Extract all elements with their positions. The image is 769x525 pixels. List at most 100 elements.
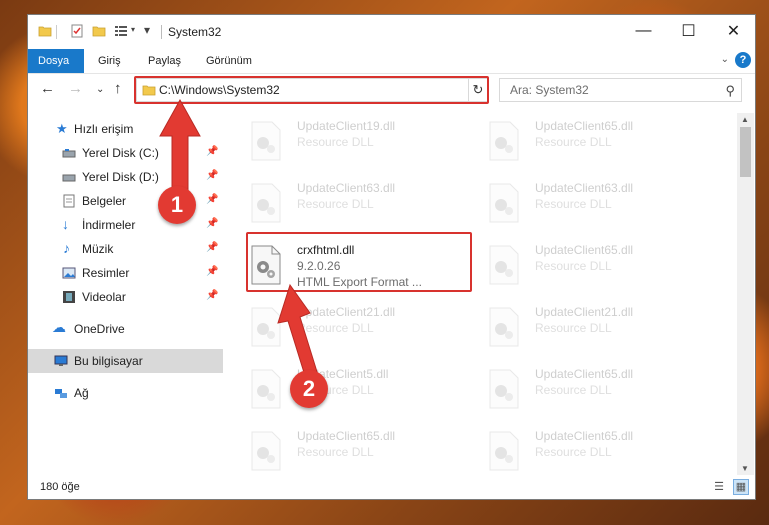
list-item[interactable]: UpdateClient19.dll Resource DLL (224, 113, 454, 169)
sidebar-item-network[interactable]: Ağ (28, 381, 223, 405)
file-type: Resource DLL (297, 197, 374, 211)
list-item[interactable]: UpdateClient65.dll Resource DLL (462, 361, 692, 417)
drive-icon (62, 149, 76, 158)
pictures-icon (62, 267, 76, 279)
dll-file-icon (251, 121, 281, 161)
vertical-scrollbar[interactable]: ▲ ▼ (737, 113, 754, 475)
list-item[interactable]: UpdateClient5.dll Resource DLL (224, 361, 454, 417)
sidebar-item-label: Belgeler (82, 194, 127, 208)
list-item[interactable]: UpdateClient63.dll Resource DLL (224, 175, 454, 231)
quick-access-dropdown-icon[interactable]: ▾ (144, 23, 150, 37)
sidebar-item-label: OneDrive (74, 322, 125, 336)
file-name: UpdateClient19.dll (297, 119, 396, 133)
step-1-badge: 1 (158, 186, 196, 224)
document-icon (63, 194, 75, 208)
close-button[interactable]: ✕ (711, 15, 756, 47)
pin-icon[interactable]: 📌 (206, 266, 218, 277)
view-details-icon[interactable] (114, 24, 128, 38)
item-count: 180 öğe (40, 481, 80, 493)
sidebar-item-music[interactable]: ♪ Müzik 📌 (28, 237, 223, 261)
back-arrow-icon[interactable]: ← (40, 80, 55, 97)
file-type: Resource DLL (535, 259, 612, 273)
search-icon: ⚲ (725, 83, 735, 98)
details-view-icon[interactable]: ☰ (712, 480, 726, 494)
navigation-bar: ← → ⌄ ↑ C:\Windows\System32 ⌄ ↻ Ara: Sys… (28, 74, 755, 106)
file-type: Resource DLL (535, 197, 612, 211)
tab-giris[interactable]: Giriş (88, 49, 131, 73)
file-name: UpdateClient65.dll (535, 119, 634, 133)
window-title: System32 (168, 25, 222, 39)
download-arrow-icon: ↓ (62, 216, 69, 232)
file-name: UpdateClient65.dll (297, 429, 396, 443)
list-item[interactable]: UpdateClient65.dll Resource DLL (224, 423, 454, 473)
dll-file-icon (489, 307, 519, 347)
recent-locations-icon[interactable]: ⌄ (96, 84, 104, 95)
customize-chevron-icon[interactable]: ▾ (131, 25, 135, 34)
sidebar-item-onedrive[interactable]: ☁ OneDrive (28, 317, 223, 341)
tab-paylas[interactable]: Paylaş (138, 49, 191, 73)
file-name: UpdateClient63.dll (535, 181, 634, 195)
list-item[interactable]: UpdateClient65.dll Resource DLL (462, 423, 692, 473)
search-placeholder: Ara: System32 (510, 83, 589, 97)
file-name: UpdateClient65.dll (535, 367, 634, 381)
dll-file-icon (251, 431, 281, 471)
scroll-up-icon[interactable]: ▲ (741, 115, 749, 124)
file-type: Resource DLL (535, 135, 612, 149)
file-type: Resource DLL (535, 383, 612, 397)
dll-file-icon (489, 121, 519, 161)
properties-icon[interactable] (70, 24, 84, 38)
sidebar-item-label: Videolar (82, 290, 126, 304)
status-bar: 180 öğe ☰ ▦ (28, 475, 755, 499)
sidebar-item-downloads[interactable]: ↓ İndirmeler 📌 (28, 213, 223, 237)
tab-gorunum[interactable]: Görünüm (196, 49, 262, 73)
help-icon[interactable]: ? (735, 52, 751, 68)
computer-icon (54, 355, 68, 366)
list-item[interactable]: UpdateClient63.dll Resource DLL (462, 175, 692, 231)
list-item[interactable]: UpdateClient21.dll Resource DLL (462, 299, 692, 355)
file-name: UpdateClient65.dll (535, 243, 634, 257)
expand-ribbon-icon[interactable]: ⌄ (721, 54, 729, 65)
dll-file-icon (489, 183, 519, 223)
file-type: Resource DLL (535, 321, 612, 335)
up-arrow-icon[interactable]: ↑ (114, 80, 122, 97)
music-note-icon: ♪ (63, 240, 70, 256)
tab-dosya[interactable]: Dosya (28, 49, 84, 73)
forward-arrow-icon[interactable]: → (68, 80, 83, 97)
cloud-icon: ☁ (52, 319, 66, 335)
title-bar: ▾ ▾ System32 — ☐ ✕ (28, 15, 755, 49)
step-2-badge: 2 (290, 370, 328, 408)
dll-file-icon (489, 369, 519, 409)
star-icon: ★ (56, 121, 68, 136)
title-separator (161, 25, 162, 39)
list-item[interactable]: UpdateClient65.dll Resource DLL (462, 237, 692, 293)
list-item[interactable]: UpdateClient21.dll Resource DLL (224, 299, 454, 355)
file-type: Resource DLL (297, 135, 374, 149)
maximize-button[interactable]: ☐ (666, 15, 711, 47)
pin-icon[interactable]: 📌 (206, 290, 218, 301)
sidebar-item-label: Resimler (82, 266, 130, 280)
file-name: UpdateClient65.dll (535, 429, 634, 443)
pin-icon[interactable]: 📌 (206, 242, 218, 253)
sidebar-item-label: Yerel Disk (D:) (82, 170, 159, 184)
sidebar-item-this-pc[interactable]: Bu bilgisayar (28, 349, 223, 373)
sidebar-item-label: Hızlı erişim (74, 122, 134, 136)
list-item[interactable]: UpdateClient65.dll Resource DLL (462, 113, 692, 169)
ribbon-tabs: Dosya Giriş Paylaş Görünüm ⌄ ? (28, 49, 755, 74)
sidebar-item-label: İndirmeler (82, 218, 136, 232)
tiles-view-icon[interactable]: ▦ (733, 479, 749, 495)
dll-file-icon (489, 245, 519, 285)
dll-file-icon (489, 431, 519, 471)
sidebar-item-pictures[interactable]: Resimler 📌 (28, 261, 223, 285)
new-folder-icon[interactable] (92, 24, 106, 38)
network-icon (55, 389, 67, 398)
sidebar-item-label: Müzik (82, 242, 114, 256)
minimize-button[interactable]: — (621, 15, 666, 47)
scrollbar-thumb[interactable] (740, 127, 751, 177)
sidebar-item-videos[interactable]: Videolar 📌 (28, 285, 223, 309)
sidebar-item-label: Ağ (74, 386, 89, 400)
search-input[interactable]: Ara: System32 ⚲ (499, 78, 742, 102)
scroll-down-icon[interactable]: ▼ (741, 464, 749, 473)
pin-icon[interactable]: 📌 (206, 218, 218, 229)
dll-file-icon (251, 183, 281, 223)
drive-icon (62, 174, 76, 182)
